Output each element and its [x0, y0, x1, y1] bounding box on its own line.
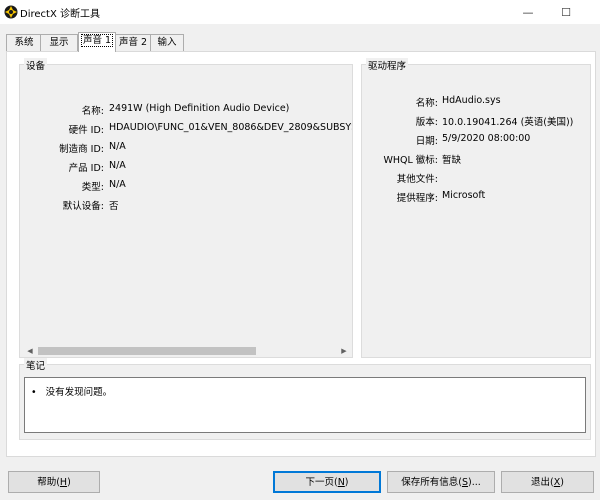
tab-system[interactable]: 系统	[6, 34, 42, 51]
device-horizontal-scrollbar[interactable]: ◀ ▶	[24, 345, 350, 357]
next-page-button[interactable]: 下一页(N)	[273, 471, 381, 493]
directx-app-icon	[4, 5, 18, 19]
maximize-button[interactable]: ☐	[548, 0, 584, 24]
driver-row-provider: 提供程序: Microsoft	[396, 190, 486, 204]
title-bar[interactable]: DirectX 诊断工具 — ☐	[0, 0, 600, 24]
maximize-icon: ☐	[561, 5, 571, 19]
driver-row-version: 版本: 10.0.19041.264 (英语(美国))	[415, 117, 574, 128]
scrollbar-thumb[interactable]	[38, 347, 256, 355]
tab-panel: 设备 名称: 2491W (High Definition Audio Devi…	[6, 51, 596, 457]
driver-row-other-files: 其他文件:	[396, 174, 438, 185]
driver-group-title: 驱动程序	[366, 58, 409, 72]
tab-display[interactable]: 显示	[40, 34, 78, 51]
device-group-title: 设备	[24, 58, 48, 72]
list-item: • 没有发现问题。	[31, 387, 113, 398]
tab-sound-2[interactable]: 声音 2	[114, 34, 152, 51]
notes-box[interactable]: • 没有发现问题。	[24, 377, 586, 433]
minimize-button[interactable]: —	[510, 0, 546, 24]
notes-group: 笔记 • 没有发现问题。	[19, 358, 591, 440]
notes-group-title: 笔记	[24, 358, 48, 372]
device-group: 设备 名称: 2491W (High Definition Audio Devi…	[19, 58, 353, 358]
tab-sound-1[interactable]: 声音 1	[78, 32, 116, 52]
minimize-icon: —	[522, 5, 534, 19]
exit-button[interactable]: 退出(X)	[501, 471, 594, 493]
tab-input[interactable]: 输入	[150, 34, 184, 51]
driver-row-date: 日期: 5/9/2020 08:00:00	[415, 133, 531, 147]
window-title: DirectX 诊断工具	[20, 9, 100, 20]
help-button[interactable]: 帮助(H)	[8, 471, 100, 493]
device-row-hardware-id: 硬件 ID: HDAUDIO\FUNC_01&VEN_8086&DEV_2809…	[68, 122, 352, 136]
driver-row-name: 名称: HdAudio.sys	[415, 95, 501, 109]
driver-row-whql-logo: WHQL 徽标: 暂缺	[383, 155, 462, 166]
scroll-right-arrow-icon[interactable]: ▶	[338, 345, 350, 357]
dxdiag-window: DirectX 诊断工具 — ☐ 系统 显示 声音 1 声音 2 输入 设备 名…	[0, 0, 600, 500]
driver-group: 驱动程序 名称: HdAudio.sys 版本: 10.0.19041.264 …	[361, 58, 591, 358]
scroll-left-arrow-icon[interactable]: ◀	[24, 345, 36, 357]
save-all-information-button[interactable]: 保存所有信息(S)...	[387, 471, 495, 493]
